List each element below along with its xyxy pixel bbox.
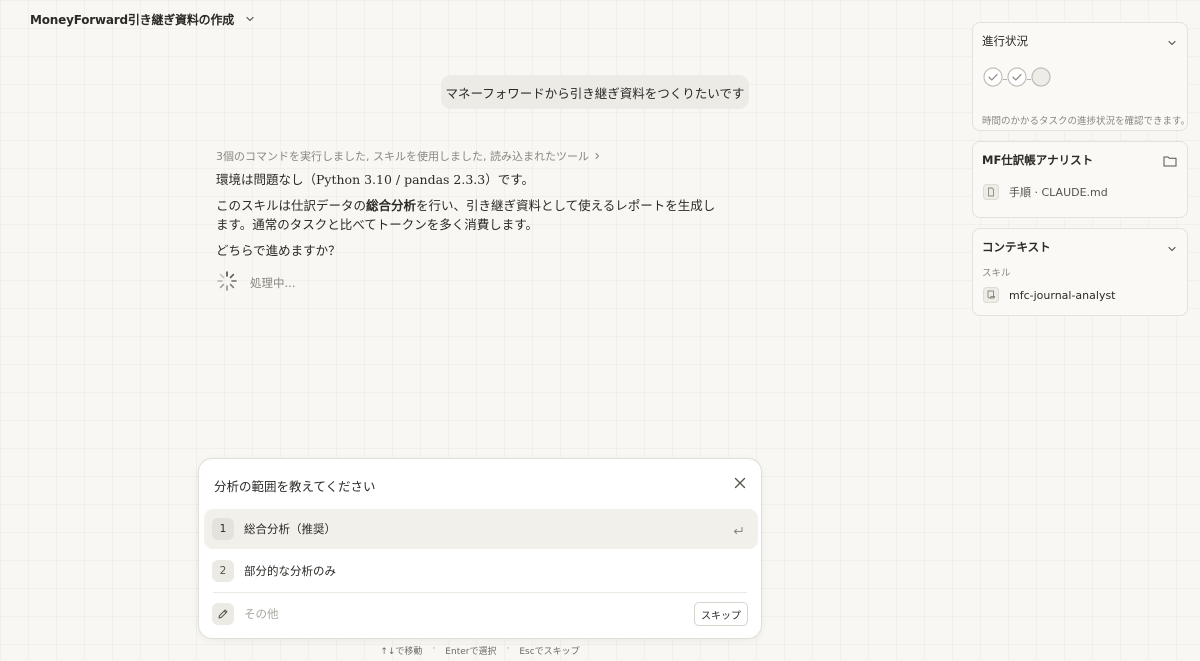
question-title: 分析の範囲を教えてください: [214, 479, 376, 494]
step-pending-icon: [1031, 67, 1051, 91]
document-icon: [983, 184, 999, 200]
option-number: 2: [212, 560, 234, 582]
hint-skip: Escでスキップ: [519, 647, 580, 657]
context-panel: コンテキスト スキル mfc-journal-analyst: [972, 228, 1188, 316]
question-dialog: 分析の範囲を教えてください 1 総合分析（推奨） 2 部分的な分析のみ スキップ: [198, 458, 762, 639]
keyboard-hints: ↑↓で移動 · Enterで選択 · Escでスキップ: [380, 644, 580, 657]
conversation-header[interactable]: MoneyForward引き継ぎ資料の作成: [30, 10, 256, 28]
chevron-down-icon[interactable]: [244, 13, 256, 25]
option-partial[interactable]: 2 部分的な分析のみ: [204, 551, 758, 591]
folder-icon[interactable]: [1163, 152, 1177, 171]
chevron-down-icon[interactable]: [1167, 33, 1177, 52]
scroll-icon: [983, 287, 999, 303]
other-answer-row: スキップ: [212, 602, 748, 626]
context-skill-item[interactable]: mfc-journal-analyst: [983, 287, 1116, 303]
assistant-paragraph: どちらで進めますか？: [216, 243, 341, 258]
analyst-panel: MF仕訳帳アナリスト 手順 · CLAUDE.md: [972, 141, 1188, 218]
user-message: マネーフォワードから引き継ぎ資料をつくりたいです: [441, 75, 749, 109]
assistant-paragraph: このスキルは仕訳データの総合分析を行い、引き継ぎ資料として使えるレポートを生成し…: [216, 196, 716, 234]
processing-indicator: 処理中...: [216, 270, 295, 296]
hint-move: ↑↓で移動: [380, 647, 423, 657]
step-complete-icon: [983, 67, 1003, 91]
pencil-icon: [212, 603, 234, 625]
progress-panel-title: 進行状況: [982, 34, 1028, 48]
conversation-title: MoneyForward引き継ぎ資料の作成: [30, 12, 235, 27]
close-icon[interactable]: [733, 476, 747, 490]
analyst-file-item[interactable]: 手順 · CLAUDE.md: [983, 184, 1108, 200]
enter-key-icon: [732, 522, 744, 541]
hint-select: Enterで選択: [445, 647, 497, 657]
tool-summary-toggle[interactable]: 3個のコマンドを実行しました, スキルを使用しました, 読み込まれたツール: [216, 148, 716, 164]
analyst-file-name: 手順 · CLAUDE.md: [1009, 186, 1108, 199]
option-comprehensive[interactable]: 1 総合分析（推奨）: [204, 509, 758, 549]
other-answer-input[interactable]: [244, 607, 544, 621]
assistant-message: 3個のコマンドを実行しました, スキルを使用しました, 読み込まれたツール 環境…: [216, 148, 716, 291]
chevron-right-icon: [593, 150, 601, 163]
chevron-down-icon[interactable]: [1167, 239, 1177, 258]
spinner-icon: [216, 270, 238, 296]
paragraph-text: このスキルは仕訳データの: [216, 198, 367, 213]
analyst-panel-title: MF仕訳帳アナリスト: [982, 153, 1094, 167]
context-section-label: スキル: [982, 268, 1011, 279]
skip-button[interactable]: スキップ: [694, 602, 748, 626]
paragraph-bold-text: 総合分析: [366, 198, 417, 213]
step-complete-icon: [1007, 67, 1027, 91]
option-number: 1: [212, 518, 234, 540]
progress-panel: 進行状況 時間のかかるタスクの進捗状況を確認できます。: [972, 22, 1191, 131]
option-label: 部分的な分析のみ: [244, 564, 336, 578]
tool-summary-text: 3個のコマンドを実行しました, スキルを使用しました, 読み込まれたツール: [216, 150, 589, 163]
divider: [213, 592, 747, 593]
option-label: 総合分析（推奨）: [244, 522, 336, 536]
context-panel-title: コンテキスト: [982, 240, 1051, 254]
progress-panel-description: 時間のかかるタスクの進捗状況を確認できます。: [982, 116, 1191, 127]
assistant-paragraph: 環境は問題なし（Python 3.10 / pandas 2.3.3）です。: [216, 172, 534, 187]
context-skill-name: mfc-journal-analyst: [1009, 288, 1116, 302]
progress-steps: [983, 67, 1051, 91]
processing-text: 処理中...: [250, 276, 296, 290]
